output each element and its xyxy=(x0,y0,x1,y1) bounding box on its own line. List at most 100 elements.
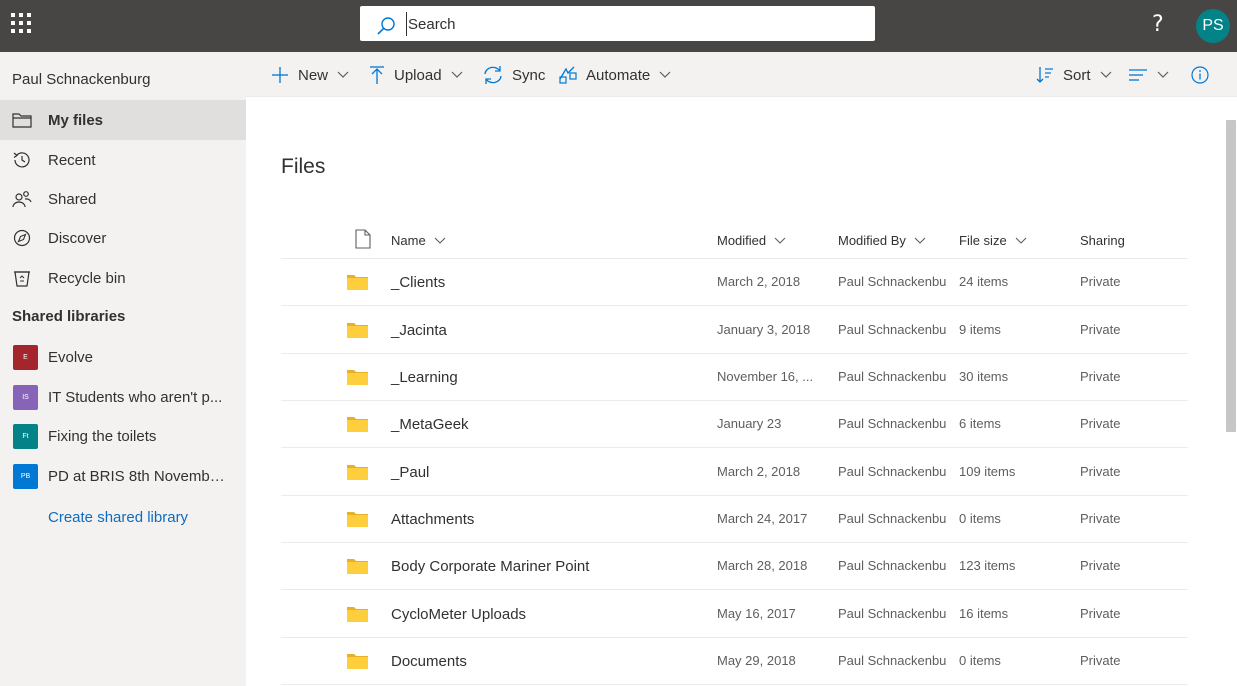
new-label: New xyxy=(298,66,329,84)
sync-label: Sync xyxy=(512,66,546,84)
column-header-name[interactable]: Name xyxy=(391,233,446,248)
file-name[interactable]: _Clients xyxy=(391,274,445,291)
table-row[interactable]: _Paul March 2, 2018 Paul Schnackenburg 1… xyxy=(281,449,1188,496)
file-name[interactable]: _Paul xyxy=(391,464,429,481)
upload-button[interactable]: Upload xyxy=(368,64,463,86)
history-icon xyxy=(13,152,30,168)
modified-date: May 29, 2018 xyxy=(717,653,796,668)
column-header-modified-by[interactable]: Modified By xyxy=(838,233,926,248)
info-button[interactable] xyxy=(1190,64,1210,86)
library-item-evolve[interactable]: E Evolve xyxy=(0,338,246,378)
library-item-pd-bris[interactable]: PB PD at BRIS 8th Novembe... xyxy=(0,457,246,497)
table-row[interactable]: _Jacinta January 3, 2018 Paul Schnackenb… xyxy=(281,307,1188,354)
folder-icon xyxy=(347,607,368,622)
table-row[interactable]: CycloMeter Uploads May 16, 2017 Paul Sch… xyxy=(281,591,1188,638)
waffle-icon[interactable] xyxy=(11,13,31,33)
file-name[interactable]: Attachments xyxy=(391,511,474,528)
modified-date: March 2, 2018 xyxy=(717,274,801,289)
library-label: IT Students who aren't p... xyxy=(48,389,223,406)
column-header-modified[interactable]: Modified xyxy=(717,233,786,248)
file-size: 9 items xyxy=(959,322,1001,337)
sort-label: Sort xyxy=(1063,66,1091,84)
sharing-status: Private xyxy=(1080,322,1121,337)
file-size: 30 items xyxy=(959,369,1009,384)
page-title: Files xyxy=(281,155,326,178)
upload-label: Upload xyxy=(394,66,442,84)
column-header-label: Modified By xyxy=(838,233,906,248)
file-name[interactable]: _Learning xyxy=(391,369,458,386)
file-name[interactable]: Body Corporate Mariner Point xyxy=(391,558,589,575)
chevron-down-icon xyxy=(774,237,786,244)
folder-icon xyxy=(347,417,368,432)
nav-item-recycle-bin[interactable]: Recycle bin xyxy=(0,258,246,298)
table-row[interactable]: _MetaGeek January 23 Paul Schnackenburg … xyxy=(281,401,1188,448)
sync-button[interactable]: Sync xyxy=(482,64,545,86)
nav-item-discover[interactable]: Discover xyxy=(0,218,246,258)
modified-date: March 2, 2018 xyxy=(717,464,801,479)
sharing-status: Private xyxy=(1080,606,1121,621)
search-input[interactable] xyxy=(406,12,846,36)
sharing-status: Private xyxy=(1080,274,1121,289)
table-row[interactable]: Documents May 29, 2018 Paul Schnackenbur… xyxy=(281,638,1188,685)
file-type-icon xyxy=(355,229,371,249)
chevron-down-icon xyxy=(434,237,446,244)
table-row[interactable]: _Learning November 16, ... Paul Schnacke… xyxy=(281,354,1188,401)
table-row[interactable]: Attachments March 24, 2017 Paul Schnacke… xyxy=(281,496,1188,543)
column-header-type[interactable] xyxy=(347,229,371,249)
folder-icon xyxy=(347,559,368,574)
library-label: Fixing the toilets xyxy=(48,428,157,445)
sort-button[interactable]: Sort xyxy=(1035,64,1112,86)
sharing-status: Private xyxy=(1080,558,1121,573)
help-button[interactable]: ? xyxy=(1152,12,1164,37)
new-button[interactable]: New xyxy=(270,64,349,86)
recycle-bin-icon xyxy=(14,271,30,287)
nav-item-label: My files xyxy=(48,112,104,129)
info-icon xyxy=(1191,66,1209,84)
library-badge: E xyxy=(13,345,38,370)
modified-by: Paul Schnackenburg xyxy=(838,274,947,289)
sharing-status: Private xyxy=(1080,464,1121,479)
nav-item-label: Recent xyxy=(48,152,96,169)
library-item-it-students[interactable]: IS IT Students who aren't p... xyxy=(0,378,246,418)
create-shared-library-link[interactable]: Create shared library xyxy=(48,509,188,526)
table-row[interactable]: Body Corporate Mariner Point March 28, 2… xyxy=(281,543,1188,590)
modified-by: Paul Schnackenburg xyxy=(838,416,947,431)
sharing-status: Private xyxy=(1080,511,1121,526)
sort-icon xyxy=(1036,67,1053,83)
file-size: 24 items xyxy=(959,274,1009,289)
file-name[interactable]: _Jacinta xyxy=(391,322,447,339)
shared-libraries-heading: Shared libraries xyxy=(12,308,126,325)
left-navigation: Paul Schnackenburg My files Recent Share… xyxy=(0,52,246,686)
scrollbar-thumb[interactable] xyxy=(1226,120,1236,432)
nav-item-recent[interactable]: Recent xyxy=(0,140,246,180)
library-badge: IS xyxy=(13,385,38,410)
modified-date: March 24, 2017 xyxy=(717,511,808,526)
command-bar: New Upload Sync Automate Sort xyxy=(246,52,1237,97)
folder-icon xyxy=(347,512,368,527)
avatar[interactable]: PS xyxy=(1196,9,1230,43)
file-size: 123 items xyxy=(959,558,1016,573)
file-name[interactable]: _MetaGeek xyxy=(391,416,469,433)
file-name[interactable]: Documents xyxy=(391,653,467,670)
modified-by: Paul Schnackenburg xyxy=(838,511,947,526)
file-size: 109 items xyxy=(959,464,1016,479)
nav-item-shared[interactable]: Shared xyxy=(0,179,246,219)
plus-icon xyxy=(272,67,288,83)
library-badge: Ft xyxy=(13,424,38,449)
column-header-file-size[interactable]: File size xyxy=(959,233,1027,248)
sharing-status: Private xyxy=(1080,369,1121,384)
library-label: Evolve xyxy=(48,349,94,366)
automate-button[interactable]: Automate xyxy=(558,64,671,86)
folder-icon xyxy=(347,370,368,385)
file-name[interactable]: CycloMeter Uploads xyxy=(391,606,526,623)
modified-by: Paul Schnackenburg xyxy=(838,558,947,573)
library-item-fixing-toilets[interactable]: Ft Fixing the toilets xyxy=(0,417,246,457)
view-options-button[interactable] xyxy=(1128,64,1169,86)
search-box[interactable] xyxy=(360,6,875,41)
sharing-status: Private xyxy=(1080,653,1121,668)
column-header-label: File size xyxy=(959,233,1007,248)
column-header-sharing[interactable]: Sharing xyxy=(1080,233,1125,248)
table-row[interactable]: _Clients March 2, 2018 Paul Schnackenbur… xyxy=(281,259,1188,306)
modified-by: Paul Schnackenburg xyxy=(838,464,947,479)
nav-item-my-files[interactable]: My files xyxy=(0,100,246,140)
